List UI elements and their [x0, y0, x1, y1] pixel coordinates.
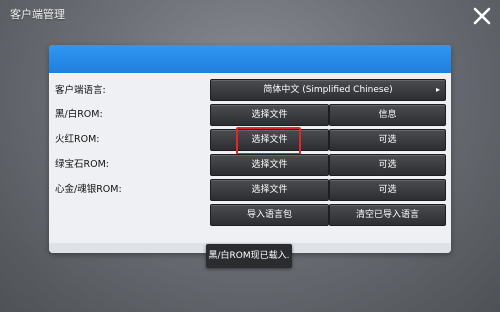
firered-rom-optional-button[interactable]: 可选	[329, 129, 446, 151]
firered-rom-select-file-button[interactable]: 选择文件	[210, 129, 329, 151]
client-language-label: 客户端语言:	[55, 85, 106, 96]
bw-rom-label: 黑/白ROM:	[55, 109, 103, 120]
client-language-value: 简体中文 (Simplified Chinese)	[263, 85, 393, 95]
import-language-pack-button[interactable]: 导入语言包	[210, 204, 329, 226]
clear-imported-languages-button[interactable]: 清空已导入语言	[329, 204, 446, 226]
window-title: 客户端管理	[10, 8, 65, 21]
client-management-dialog: 客户端语言: 简体中文 (Simplified Chinese) ▸ 黑/白RO…	[49, 45, 451, 253]
bw-rom-select-file-button[interactable]: 选择文件	[210, 104, 329, 126]
hgss-rom-select-file-button[interactable]: 选择文件	[210, 179, 329, 201]
emerald-rom-select-file-button[interactable]: 选择文件	[210, 154, 329, 176]
hgss-rom-optional-button[interactable]: 可选	[329, 179, 446, 201]
toast-notification: 黑/白ROM现已载入.	[206, 244, 292, 268]
emerald-rom-label: 绿宝石ROM:	[55, 159, 109, 170]
dropdown-arrow-icon: ▸	[435, 85, 440, 94]
emerald-rom-optional-button[interactable]: 可选	[329, 154, 446, 176]
firered-rom-label: 火红ROM:	[55, 134, 100, 145]
dialog-header-bar	[49, 45, 451, 73]
close-button[interactable]	[468, 2, 496, 30]
bw-rom-info-button[interactable]: 信息	[329, 104, 446, 126]
hgss-rom-label: 心金/魂银ROM:	[55, 184, 122, 195]
client-language-dropdown[interactable]: 简体中文 (Simplified Chinese) ▸	[210, 79, 446, 101]
close-x-icon	[473, 7, 491, 25]
